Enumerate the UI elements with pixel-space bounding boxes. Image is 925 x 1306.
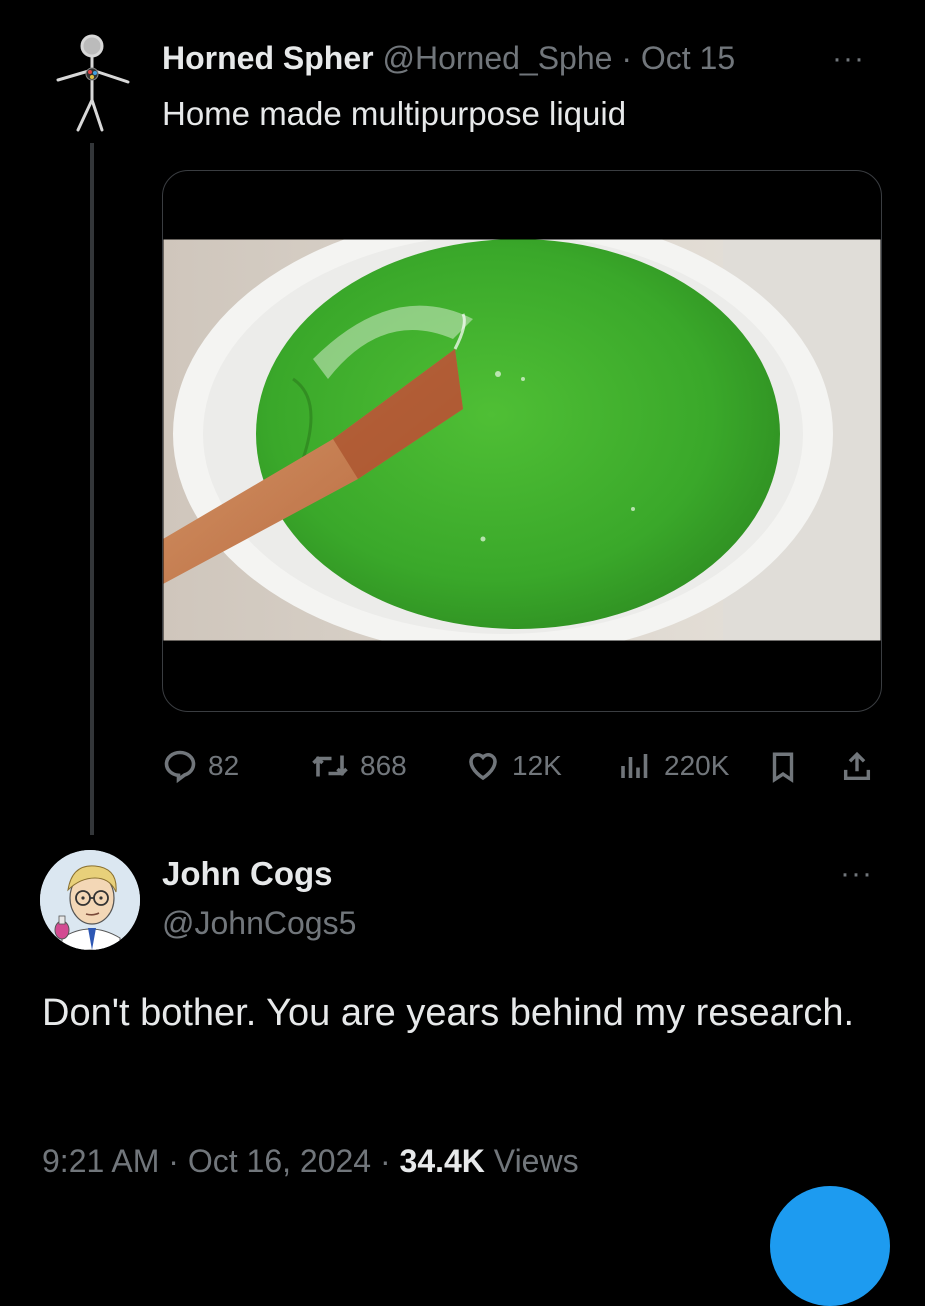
heart-icon <box>469 753 497 781</box>
views-count: 220K <box>664 750 730 781</box>
tweet-header: Horned Spher @Horned_Sphe · Oct 15 <box>162 40 735 77</box>
share-icon <box>843 751 871 781</box>
reply-time[interactable]: 9:21 AM <box>42 1143 159 1179</box>
stick-figure-avatar-icon <box>56 34 130 132</box>
reply-author-handle[interactable]: @JohnCogs5 <box>162 905 356 942</box>
views-chart-icon <box>621 754 648 778</box>
reply-icon <box>164 750 196 784</box>
reply-author-name[interactable]: John Cogs <box>162 855 333 893</box>
tweet-actions: 82 868 12K 220K <box>162 748 882 788</box>
like-action[interactable]: 12K <box>464 748 562 784</box>
reply-author-avatar[interactable] <box>40 850 140 950</box>
author-avatar[interactable] <box>40 30 140 140</box>
author-name[interactable]: Horned Spher <box>162 40 374 76</box>
reply-views-count[interactable]: 34.4K <box>400 1143 485 1179</box>
compose-fab-button[interactable] <box>770 1186 890 1306</box>
tweet-media[interactable] <box>162 170 882 712</box>
thread-line <box>90 143 94 835</box>
reply-action[interactable]: 82 <box>162 748 239 784</box>
share-action[interactable] <box>840 748 874 786</box>
reply-date[interactable]: Oct 16, 2024 <box>188 1143 371 1179</box>
repost-icon <box>312 755 348 777</box>
cartoon-scientist-avatar-icon <box>40 850 140 950</box>
reply-meta: 9:21 AM · Oct 16, 2024 · 34.4K Views <box>42 1143 579 1180</box>
separator-dot: · <box>621 40 632 76</box>
tweet-date[interactable]: Oct 15 <box>641 40 735 76</box>
bookmark-icon <box>772 752 794 783</box>
like-count: 12K <box>512 750 562 781</box>
reply-count: 82 <box>208 750 240 781</box>
more-options-icon[interactable]: ··· <box>832 42 865 76</box>
tweet-text: Home made multipurpose liquid <box>162 95 627 132</box>
repost-count: 868 <box>360 750 407 781</box>
separator-dot: · <box>168 1143 179 1179</box>
bookmark-action[interactable] <box>766 748 800 786</box>
views-action[interactable]: 220K <box>616 748 729 784</box>
author-handle[interactable]: @Horned_Sphe <box>382 40 612 76</box>
separator-dot: · <box>379 1143 391 1179</box>
repost-action[interactable]: 868 <box>310 748 407 784</box>
reply-more-options-icon[interactable]: ··· <box>840 857 873 891</box>
reply-text: Don't bother. You are years behind my re… <box>42 992 855 1034</box>
reply-views-label: Views <box>493 1143 579 1179</box>
bucket-green-liquid-image <box>163 239 881 641</box>
